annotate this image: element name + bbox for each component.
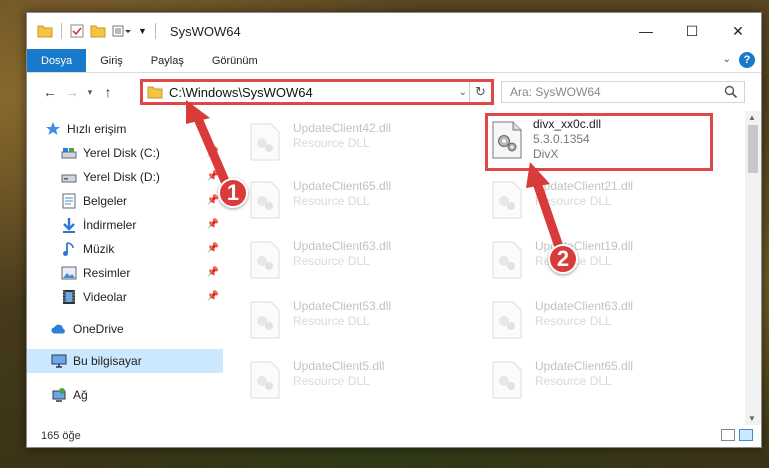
- step-two-badge: 2: [548, 244, 578, 274]
- arrow-2-head: [526, 162, 550, 188]
- step-one-badge: 1: [218, 178, 248, 208]
- arrow-1-head: [186, 100, 210, 124]
- arrow-1-shaft: [191, 109, 233, 193]
- arrow-2-shaft: [531, 175, 563, 249]
- annotation-arrows: [186, 100, 563, 249]
